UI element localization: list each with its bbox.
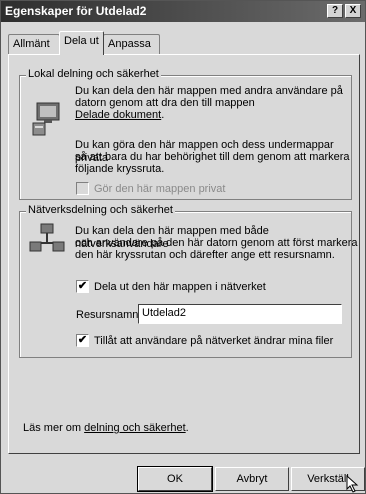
properties-dialog: Egenskaper för Utdelad2 ? X Allmänt Dela…: [0, 0, 366, 494]
help-button[interactable]: ?: [327, 4, 343, 18]
shared-documents-row: Delade dokument.: [75, 109, 164, 122]
shared-documents-link[interactable]: Delade dokument: [75, 109, 161, 121]
tab-anpassa[interactable]: Anpassa: [103, 34, 160, 54]
network-desc-line3: den här kryssrutan och därefter ange ett…: [75, 249, 335, 261]
share-checkbox-label: Dela ut den här mappen i nätverket: [94, 281, 266, 293]
tab-label: Anpassa: [108, 38, 151, 50]
cancel-button[interactable]: Avbryt: [215, 467, 289, 491]
allow-changes-label: Tillåt att användare på nätverket ändrar…: [94, 335, 334, 347]
ok-button[interactable]: OK: [137, 466, 213, 492]
computer-icon: [32, 102, 60, 136]
learn-more-prefix: Läs mer om: [23, 422, 85, 434]
sharing-security-link[interactable]: delning och säkerhet: [84, 422, 186, 434]
private-checkbox-label: Gör den här mappen privat: [94, 183, 226, 195]
mouse-cursor-icon: [346, 475, 359, 493]
window-title: Egenskaper för Utdelad2: [5, 4, 147, 18]
local-sharing-title: Lokal delning och säkerhet: [26, 68, 161, 80]
close-button[interactable]: X: [345, 4, 361, 18]
network-sharing-title: Nätverksdelning och säkerhet: [26, 204, 175, 216]
allow-changes-checkbox[interactable]: ✔: [76, 334, 89, 347]
share-checkbox[interactable]: ✔: [76, 280, 89, 293]
tab-label: Dela ut: [64, 35, 99, 47]
tab-label: Allmänt: [13, 38, 50, 50]
private-checkbox[interactable]: [76, 182, 89, 195]
title-bar[interactable]: Egenskaper för Utdelad2: [1, 1, 365, 22]
link-suffix: .: [161, 109, 165, 121]
tab-allmant[interactable]: Allmänt: [8, 34, 60, 54]
private-desc-line3: följande kryssruta.: [75, 163, 165, 175]
network-icon: [29, 223, 65, 252]
share-name-label: Resursnamn:: [76, 309, 142, 321]
learn-more-suffix: .: [185, 422, 189, 434]
tab-dela-ut[interactable]: Dela ut: [59, 31, 104, 55]
share-name-input[interactable]: Utdelad2: [138, 304, 342, 324]
learn-more-row: Läs mer om delning och säkerhet.: [23, 422, 189, 435]
